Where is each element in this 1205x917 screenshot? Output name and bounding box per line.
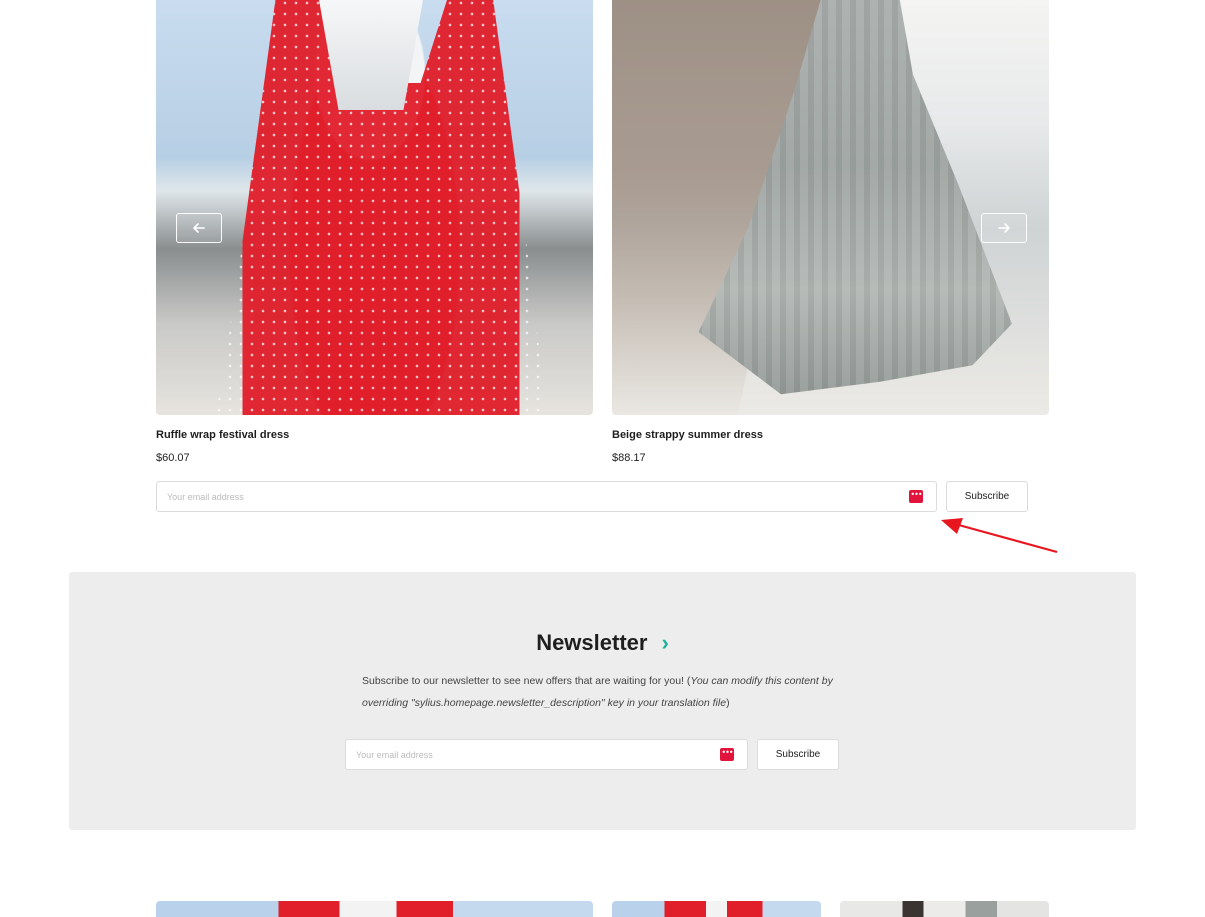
newsletter-section: Newsletter › Subscribe to our newsletter … <box>69 572 1136 830</box>
password-manager-icon[interactable]: ••• <box>909 490 923 503</box>
product-image[interactable] <box>156 0 593 415</box>
newsletter-email-field-container: ••• <box>345 739 748 770</box>
product-image[interactable] <box>612 0 1049 415</box>
product-image[interactable] <box>612 901 821 917</box>
arrow-left-icon <box>193 223 205 233</box>
newsletter-description-text: Subscribe to our newsletter to see new o… <box>362 675 691 687</box>
newsletter-heading: Newsletter › <box>69 630 1136 656</box>
email-field[interactable] <box>167 491 821 502</box>
product-price: $60.07 <box>156 452 190 464</box>
newsletter-email-field[interactable] <box>356 749 689 760</box>
chevron-right-icon: › <box>661 630 669 655</box>
product-price: $88.17 <box>612 452 646 464</box>
annotation-arrow-icon <box>941 518 1058 554</box>
product-image[interactable] <box>156 901 593 917</box>
newsletter-description: Subscribe to our newsletter to see new o… <box>362 670 852 714</box>
product-name[interactable]: Ruffle wrap festival dress <box>156 429 593 441</box>
arrow-right-icon <box>998 223 1010 233</box>
product-name[interactable]: Beige strappy summer dress <box>612 429 1049 441</box>
product-image[interactable] <box>840 901 1049 917</box>
email-field-container: ••• <box>156 481 937 512</box>
newsletter-subscribe-button[interactable]: Subscribe <box>757 739 839 770</box>
newsletter-title: Newsletter <box>536 630 648 655</box>
carousel-prev-button[interactable] <box>176 213 222 243</box>
carousel-next-button[interactable] <box>981 213 1027 243</box>
password-manager-icon[interactable]: ••• <box>720 748 734 761</box>
newsletter-description-end: ) <box>726 697 730 709</box>
subscribe-button[interactable]: Subscribe <box>946 481 1028 512</box>
